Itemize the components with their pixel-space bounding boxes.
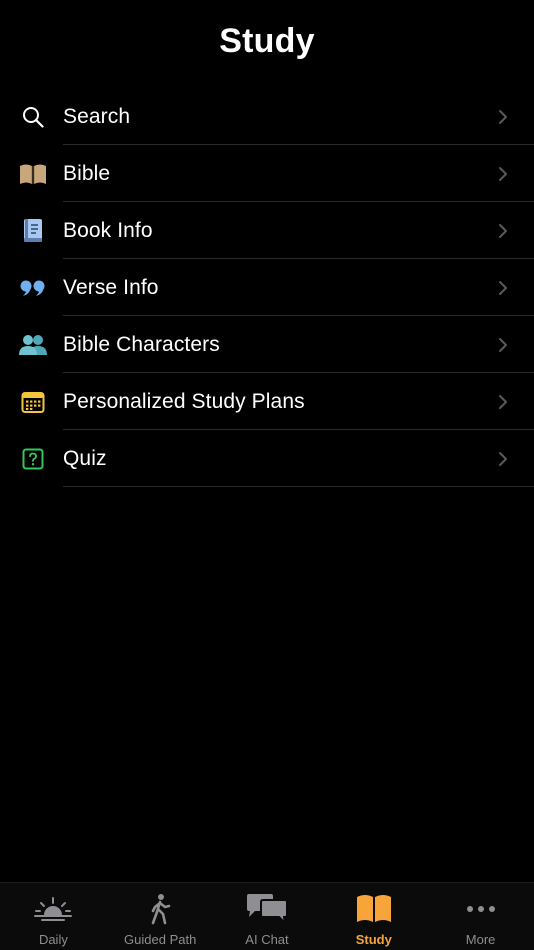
menu-item-label: Quiz: [63, 446, 107, 470]
open-book-icon: [18, 161, 48, 187]
page-title: Study: [219, 22, 315, 60]
menu-item-study-plans[interactable]: Personalized Study Plans: [0, 373, 534, 430]
calendar-icon: [18, 389, 48, 415]
menu-item-bible[interactable]: Bible: [0, 145, 534, 202]
study-menu-list: Search Bible Book Info Verse Info Bible …: [0, 88, 534, 487]
more-dots-icon: [465, 893, 497, 925]
tab-bar: Daily Guided Path AI Chat Study More: [0, 882, 534, 950]
tab-label: More: [465, 932, 496, 947]
menu-item-label: Verse Info: [63, 275, 159, 299]
chat-bubbles-icon: [245, 893, 289, 925]
book-info-icon: [18, 218, 48, 244]
tab-label: Guided Path: [124, 932, 197, 947]
tab-guided-path[interactable]: Guided Path: [107, 883, 214, 950]
chevron-right-icon: [498, 166, 508, 182]
chevron-right-icon: [498, 337, 508, 353]
tab-label: Daily: [38, 932, 68, 947]
tab-study[interactable]: Study: [320, 883, 427, 950]
menu-item-label: Bible: [63, 161, 111, 185]
chevron-right-icon: [498, 394, 508, 410]
menu-item-search[interactable]: Search: [0, 88, 534, 145]
search-icon: [18, 104, 48, 130]
tab-more[interactable]: More: [427, 883, 534, 950]
menu-item-label: Search: [63, 104, 131, 128]
menu-item-verse-info[interactable]: Verse Info: [0, 259, 534, 316]
menu-item-label: Book Info: [63, 218, 153, 242]
people-icon: [18, 332, 48, 358]
menu-item-quiz[interactable]: Quiz: [0, 430, 534, 487]
tab-ai-chat[interactable]: AI Chat: [214, 883, 321, 950]
chevron-right-icon: [498, 280, 508, 296]
menu-item-bible-characters[interactable]: Bible Characters: [0, 316, 534, 373]
menu-item-label: Personalized Study Plans: [63, 389, 305, 413]
study-screen: Study Search Bible Book Info Verse Info …: [0, 0, 534, 950]
menu-item-label: Bible Characters: [63, 332, 220, 356]
question-icon: [18, 446, 48, 472]
walking-icon: [147, 893, 173, 925]
quote-icon: [18, 275, 48, 301]
study-book-icon: [356, 893, 392, 925]
chevron-right-icon: [498, 223, 508, 239]
menu-item-book-info[interactable]: Book Info: [0, 202, 534, 259]
chevron-right-icon: [498, 451, 508, 467]
tab-label: Study: [355, 932, 392, 947]
tab-label: AI Chat: [245, 932, 289, 947]
chevron-right-icon: [498, 109, 508, 125]
tab-daily[interactable]: Daily: [0, 883, 107, 950]
sunrise-icon: [33, 893, 73, 925]
